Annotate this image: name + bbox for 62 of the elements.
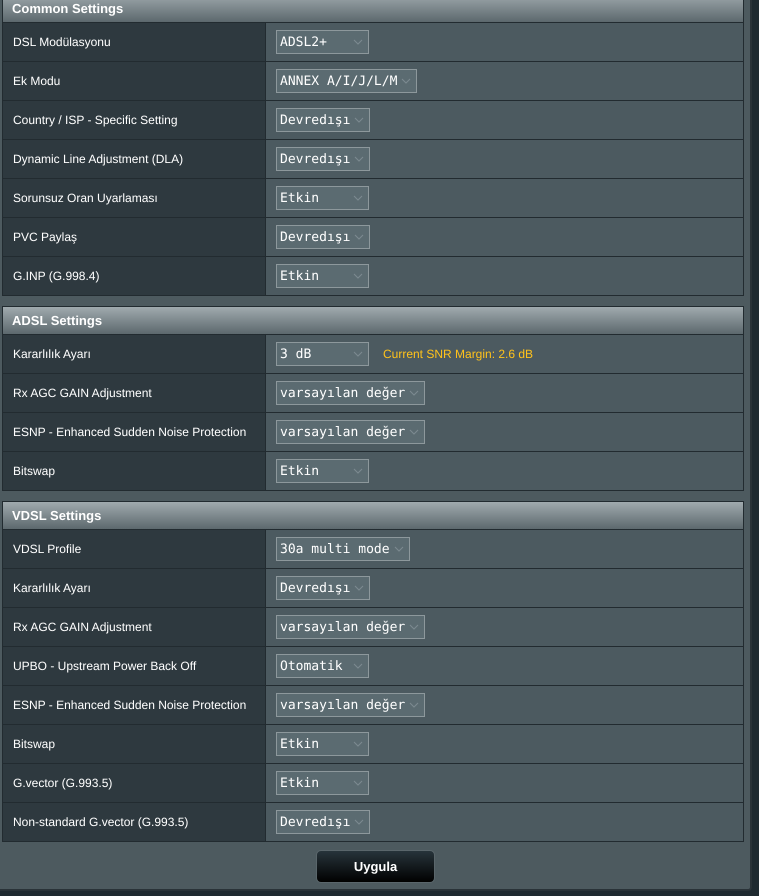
caret-icon — [409, 624, 420, 630]
setting-label: Kararlılık Ayarı — [3, 335, 266, 373]
dropdown[interactable]: Devredışı — [276, 225, 370, 249]
dropdown[interactable]: Etkin — [276, 264, 369, 288]
dropdown[interactable]: Devredışı — [276, 147, 370, 171]
caret-icon — [409, 390, 420, 396]
setting-label: DSL Modülasyonu — [3, 23, 266, 61]
caret-icon — [353, 741, 363, 747]
setting-label: Ek Modu — [3, 62, 266, 100]
setting-label: PVC Paylaş — [3, 218, 266, 256]
setting-label: Kararlılık Ayarı — [3, 569, 266, 607]
setting-label: Rx AGC GAIN Adjustment — [3, 608, 266, 646]
setting-label: VDSL Profile — [3, 530, 266, 568]
caret-icon — [353, 39, 363, 45]
caret-icon — [394, 546, 404, 552]
dropdown[interactable]: varsayılan değer — [276, 615, 426, 639]
dropdown[interactable]: varsayılan değer — [276, 693, 426, 717]
dropdown[interactable]: Devredışı — [276, 108, 370, 132]
section-header: VDSL Settings — [3, 502, 743, 530]
caret-icon — [354, 819, 364, 825]
setting-label: Bitswap — [3, 452, 266, 490]
caret-icon — [353, 273, 363, 279]
caret-icon — [354, 117, 364, 123]
caret-icon — [401, 78, 412, 84]
caret-icon — [354, 156, 364, 162]
dropdown[interactable]: Devredışı — [276, 576, 370, 600]
setting-label: G.vector (G.993.5) — [3, 764, 266, 802]
caret-icon — [353, 468, 363, 474]
setting-label: ESNP - Enhanced Sudden Noise Protection — [3, 686, 266, 724]
apply-button[interactable]: Uygula — [316, 850, 435, 883]
caret-icon — [353, 351, 363, 357]
setting-label: G.INP (G.998.4) — [3, 257, 266, 295]
dropdown[interactable]: ADSL2+ — [276, 30, 369, 54]
snr-margin-text: Current SNR Margin: 2.6 dB — [383, 347, 534, 361]
dropdown[interactable]: Etkin — [276, 186, 369, 210]
dropdown[interactable]: Etkin — [276, 771, 369, 795]
dropdown[interactable]: 30a multi mode — [276, 537, 410, 561]
dropdown[interactable]: varsayılan değer — [276, 420, 426, 444]
caret-icon — [409, 702, 420, 708]
setting-label: Bitswap — [3, 725, 266, 763]
caret-icon — [353, 780, 363, 786]
dropdown[interactable]: varsayılan değer — [276, 381, 426, 405]
dropdown[interactable]: Devredışı — [276, 810, 370, 834]
setting-label: ESNP - Enhanced Sudden Noise Protection — [3, 413, 266, 451]
setting-label: Country / ISP - Specific Setting — [3, 101, 266, 139]
dropdown[interactable]: Otomatik — [276, 654, 369, 678]
setting-label: Dynamic Line Adjustment (DLA) — [3, 140, 266, 178]
dropdown[interactable]: ANNEX A/I/J/L/M — [276, 69, 418, 93]
caret-icon — [353, 195, 363, 201]
dropdown[interactable]: Etkin — [276, 732, 369, 756]
setting-label: UPBO - Upstream Power Back Off — [3, 647, 266, 685]
setting-label: Non-standard G.vector (G.993.5) — [3, 803, 266, 841]
caret-icon — [409, 429, 420, 435]
dropdown[interactable]: 3 dB — [276, 342, 369, 366]
caret-icon — [354, 234, 364, 240]
section-header: Common Settings — [3, 0, 743, 23]
section-header: ADSL Settings — [3, 307, 743, 335]
dropdown[interactable]: Etkin — [276, 459, 369, 483]
caret-icon — [354, 585, 364, 591]
caret-icon — [353, 663, 363, 669]
setting-label: Rx AGC GAIN Adjustment — [3, 374, 266, 412]
setting-label: Sorunsuz Oran Uyarlaması — [3, 179, 266, 217]
